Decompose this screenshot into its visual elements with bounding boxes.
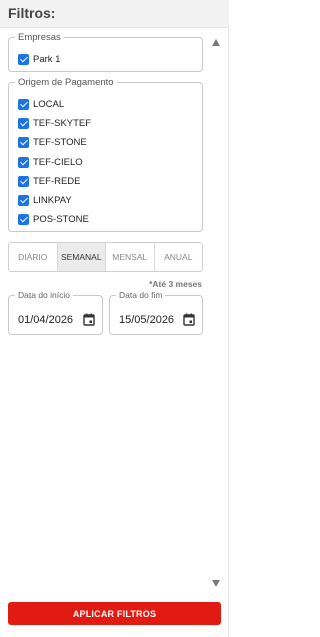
- checkbox-checked-icon[interactable]: [18, 213, 29, 225]
- checkbox-pos-stone[interactable]: POS-STONE: [18, 211, 89, 227]
- checkbox-label: TEF-SKYTEF: [33, 117, 92, 129]
- empresas-group: Empresas Park 1: [8, 32, 203, 72]
- checkbox-tef-stone[interactable]: TEF-STONE: [18, 134, 87, 150]
- checkbox-checked-icon[interactable]: [18, 175, 29, 187]
- checkbox-tef-skytef[interactable]: TEF-SKYTEF: [18, 115, 91, 131]
- checkbox-checked-icon[interactable]: [18, 136, 29, 148]
- start-date-input[interactable]: 01/04/2026: [18, 314, 76, 326]
- checkbox-label: TEF-REDE: [33, 175, 81, 187]
- period-anual-button[interactable]: ANUAL: [154, 243, 202, 271]
- calendar-icon[interactable]: [183, 313, 195, 326]
- checkbox-label: TEF-CIELO: [33, 156, 83, 168]
- checkbox-park-1[interactable]: Park 1: [18, 51, 60, 67]
- checkbox-checked-icon[interactable]: [18, 117, 29, 129]
- period-limit-note: *Até 3 meses: [149, 279, 202, 289]
- empresas-legend: Empresas: [18, 32, 61, 43]
- checkbox-local[interactable]: LOCAL: [18, 96, 64, 112]
- filter-title: Filtros:: [8, 5, 56, 21]
- checkbox-linkpay[interactable]: LINKPAY: [18, 192, 72, 208]
- checkbox-tef-rede[interactable]: TEF-REDE: [18, 173, 81, 189]
- end-date-field[interactable]: Data do fim 15/05/2026: [109, 290, 203, 335]
- period-semanal-button[interactable]: SEMANAL: [57, 243, 106, 271]
- filter-panel: Filtros: Empresas Park 1 Origem de Pagam…: [0, 0, 229, 637]
- apply-filters-button[interactable]: APLICAR FILTROS: [8, 602, 221, 625]
- start-date-field[interactable]: Data do início 01/04/2026: [8, 290, 103, 335]
- period-mensal-button[interactable]: MENSAL: [106, 243, 155, 271]
- filter-header: Filtros:: [0, 0, 229, 28]
- checkbox-label: POS-STONE: [33, 213, 89, 225]
- checkbox-checked-icon[interactable]: [18, 98, 29, 110]
- checkbox-checked-icon[interactable]: [18, 194, 29, 206]
- checkbox-label: LOCAL: [33, 98, 65, 110]
- checkbox-label: Park 1: [33, 53, 61, 65]
- end-date-label: Data do fim: [119, 290, 163, 300]
- end-date-input[interactable]: 15/05/2026: [119, 314, 177, 326]
- calendar-icon[interactable]: [83, 313, 95, 326]
- checkbox-label: TEF-STONE: [33, 136, 87, 148]
- start-date-label: Data do início: [18, 290, 70, 300]
- origem-legend: Origem de Pagamento: [18, 77, 114, 88]
- period-diario-button[interactable]: DIÁRIO: [9, 243, 58, 271]
- origem-pagamento-group: Origem de Pagamento LOCAL TEF-SKYTEF TEF…: [8, 77, 203, 232]
- scroll-up-icon[interactable]: [212, 39, 220, 46]
- checkbox-checked-icon[interactable]: [18, 53, 29, 65]
- scroll-down-icon[interactable]: [212, 580, 220, 587]
- period-toggle: DIÁRIO SEMANAL MENSAL ANUAL: [8, 242, 203, 272]
- checkbox-checked-icon[interactable]: [18, 156, 29, 168]
- checkbox-label: LINKPAY: [33, 194, 72, 206]
- checkbox-tef-cielo[interactable]: TEF-CIELO: [18, 154, 83, 170]
